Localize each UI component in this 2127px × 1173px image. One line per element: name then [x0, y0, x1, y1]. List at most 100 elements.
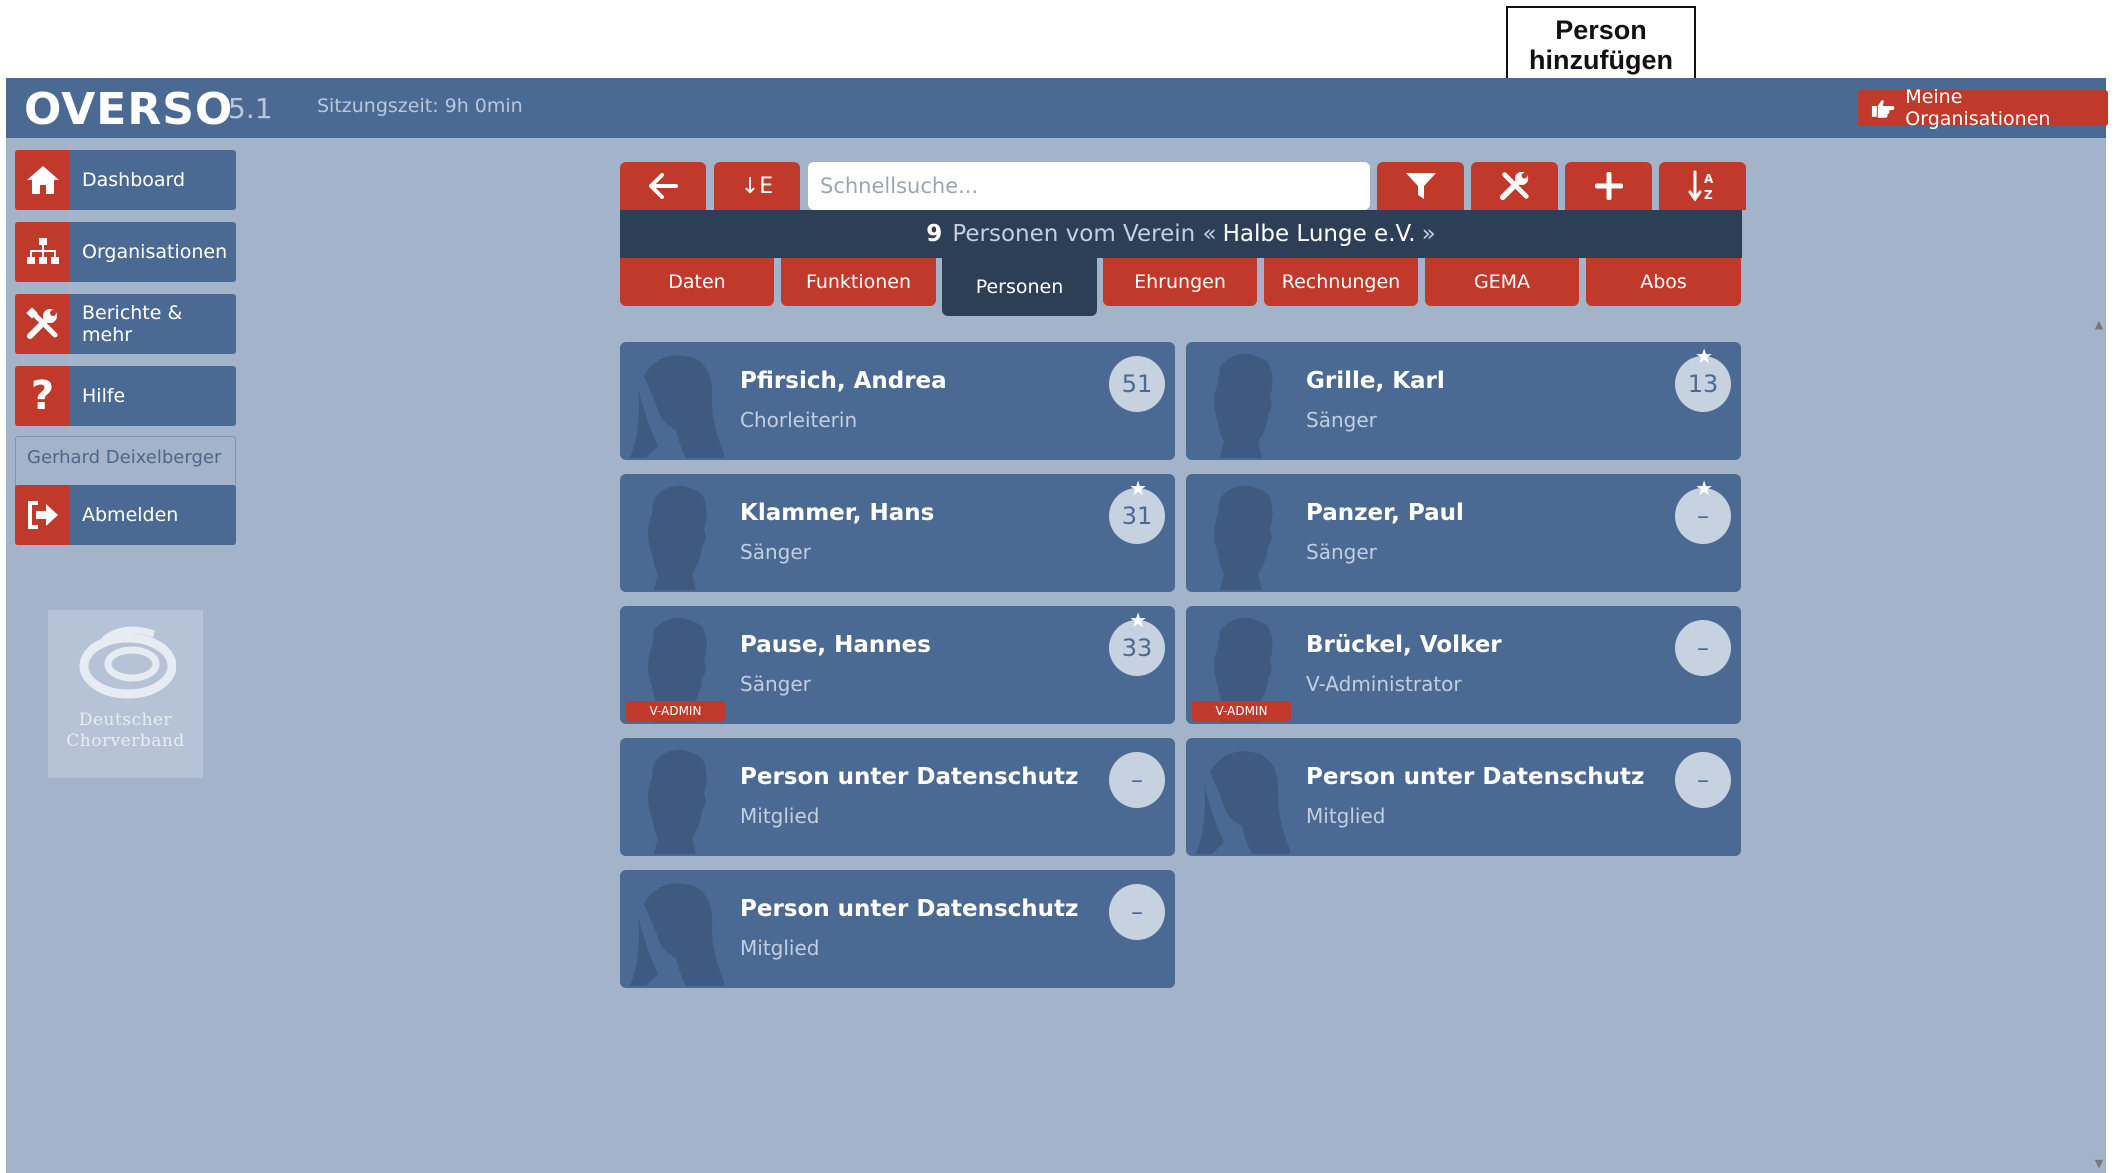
organisation-name: Halbe Lunge e.V.: [1222, 221, 1416, 247]
tab-daten[interactable]: Daten: [620, 258, 774, 306]
tab-label: Ehrungen: [1134, 271, 1226, 293]
question-icon: ?: [15, 366, 70, 426]
avatar-icon: [1190, 346, 1290, 458]
app-logo[interactable]: OVERSO: [24, 84, 233, 135]
person-badge[interactable]: 51: [1109, 356, 1165, 412]
app-version: 5.1: [228, 92, 273, 125]
avatar-icon: [624, 478, 724, 590]
arrow-left-icon: [649, 173, 678, 199]
sort-direction-button[interactable]: ↓E: [714, 162, 800, 210]
tab-label: Abos: [1640, 271, 1687, 293]
tab-gema[interactable]: GEMA: [1425, 258, 1579, 306]
avatar-icon: [624, 346, 726, 458]
app-window: OVERSO 5.1 Sitzungszeit: 9h 0min Meine O…: [6, 78, 2108, 1173]
tab-personen[interactable]: Personen: [942, 258, 1097, 316]
sort-alpha-button[interactable]: A Z: [1659, 162, 1746, 210]
tab-ehrungen[interactable]: Ehrungen: [1103, 258, 1257, 306]
person-badge[interactable]: –: [1675, 752, 1731, 808]
person-badge[interactable]: –: [1675, 620, 1731, 676]
sign-out-icon: [15, 485, 70, 545]
sidebar-item-berichte[interactable]: Berichte & mehr: [15, 294, 236, 354]
search-input[interactable]: Schnellsuche...: [808, 162, 1370, 210]
person-card[interactable]: Person unter Datenschutz Mitglied –: [620, 738, 1175, 856]
tab-rechnungen[interactable]: Rechnungen: [1264, 258, 1418, 306]
scroll-up-icon[interactable]: ▲: [2092, 318, 2106, 332]
sidebar-item-dashboard[interactable]: Dashboard: [15, 150, 236, 210]
tab-label: Funktionen: [805, 271, 912, 293]
list-title: 9 Personen vom Verein « Halbe Lunge e.V.…: [620, 210, 1742, 258]
person-name: Brückel, Volker: [1306, 632, 1502, 658]
person-card[interactable]: Panzer, Paul Sänger – ★: [1186, 474, 1741, 592]
star-icon: ★: [1129, 476, 1147, 500]
svg-text:Z: Z: [1704, 188, 1713, 202]
star-icon: ★: [1129, 608, 1147, 632]
sidebar-item-hilfe[interactable]: ? Hilfe: [15, 366, 236, 426]
callout-line1: Person: [1555, 15, 1647, 45]
scroll-down-icon[interactable]: ▼: [2092, 1157, 2106, 1171]
title-prefix: Personen vom Verein «: [952, 221, 1217, 247]
person-name: Pfirsich, Andrea: [740, 368, 947, 394]
title-suffix: »: [1421, 221, 1436, 247]
sidebar-item-label: Dashboard: [82, 169, 186, 191]
v-admin-badge: V-ADMIN: [626, 701, 725, 721]
person-role: Mitglied: [1306, 804, 1386, 828]
filter-icon: [1405, 173, 1436, 199]
tab-label: Daten: [668, 271, 726, 293]
person-name: Person unter Datenschutz: [740, 896, 1079, 922]
person-card[interactable]: Pause, Hannes Sänger 33 ★ V-ADMIN: [620, 606, 1175, 724]
avatar-icon: [1190, 742, 1292, 854]
logo-text-2: Chorverband: [66, 731, 185, 751]
avatar-icon: [1190, 478, 1290, 590]
add-person-button[interactable]: [1565, 162, 1652, 210]
callout-line2: hinzufügen: [1529, 45, 1673, 75]
my-organisations-button[interactable]: Meine Organisationen: [1858, 86, 2108, 130]
person-card[interactable]: Brückel, Volker V-Administrator – V-ADMIN: [1186, 606, 1741, 724]
sidebar-item-organisationen[interactable]: Organisationen: [15, 222, 236, 282]
person-card[interactable]: Klammer, Hans Sänger 31 ★: [620, 474, 1175, 592]
logo-text-1: Deutscher: [78, 710, 173, 730]
person-badge[interactable]: –: [1109, 884, 1165, 940]
tools-button[interactable]: [1471, 162, 1558, 210]
person-card[interactable]: Pfirsich, Andrea Chorleiterin 51: [620, 342, 1175, 460]
tab-label: GEMA: [1473, 271, 1531, 293]
avatar-icon: [624, 742, 724, 854]
user-box: Gerhard Deixelberger Abmelden: [15, 436, 236, 545]
sidebar-item-label: Hilfe: [82, 385, 126, 407]
search-placeholder: Schnellsuche...: [820, 174, 979, 198]
person-card[interactable]: Grille, Karl Sänger 13 ★: [1186, 342, 1741, 460]
back-button[interactable]: [620, 162, 706, 210]
person-card[interactable]: Person unter Datenschutz Mitglied –: [620, 870, 1175, 988]
person-role: Sänger: [1306, 540, 1377, 564]
person-name: Pause, Hannes: [740, 632, 931, 658]
sidebar-item-label: Organisationen: [82, 241, 228, 263]
tools-icon: [15, 294, 70, 354]
sidebar-item-label: Berichte & mehr: [82, 302, 183, 346]
tools-icon: [1499, 171, 1529, 201]
star-icon: ★: [1695, 476, 1713, 500]
person-role: Sänger: [740, 672, 811, 696]
star-icon: ★: [1695, 344, 1713, 368]
person-card[interactable]: Person unter Datenschutz Mitglied –: [1186, 738, 1741, 856]
person-name: Person unter Datenschutz: [740, 764, 1079, 790]
home-icon: [15, 150, 70, 210]
tab-label: Personen: [975, 276, 1064, 298]
tab-funktionen[interactable]: Funktionen: [781, 258, 936, 306]
org-chart-icon: [15, 222, 70, 282]
deutscher-chorverband-logo: Deutscher Chorverband: [48, 610, 203, 778]
hand-pointer-icon: [1871, 99, 1895, 118]
top-bar: OVERSO 5.1 Sitzungszeit: 9h 0min Meine O…: [6, 78, 2108, 138]
person-name: Panzer, Paul: [1306, 500, 1464, 526]
tab-abos[interactable]: Abos: [1586, 258, 1741, 306]
filter-button[interactable]: [1377, 162, 1464, 210]
person-role: Mitglied: [740, 936, 820, 960]
person-role: V-Administrator: [1306, 672, 1462, 696]
logout-button[interactable]: Abmelden: [15, 485, 236, 545]
plus-icon: [1594, 172, 1623, 200]
person-count: 9: [926, 221, 943, 247]
svg-text:A: A: [1704, 172, 1714, 186]
person-role: Sänger: [1306, 408, 1377, 432]
user-name: Gerhard Deixelberger: [27, 447, 222, 468]
person-badge[interactable]: –: [1109, 752, 1165, 808]
chorverband-swirl-icon: [79, 626, 176, 699]
person-name: Grille, Karl: [1306, 368, 1445, 394]
